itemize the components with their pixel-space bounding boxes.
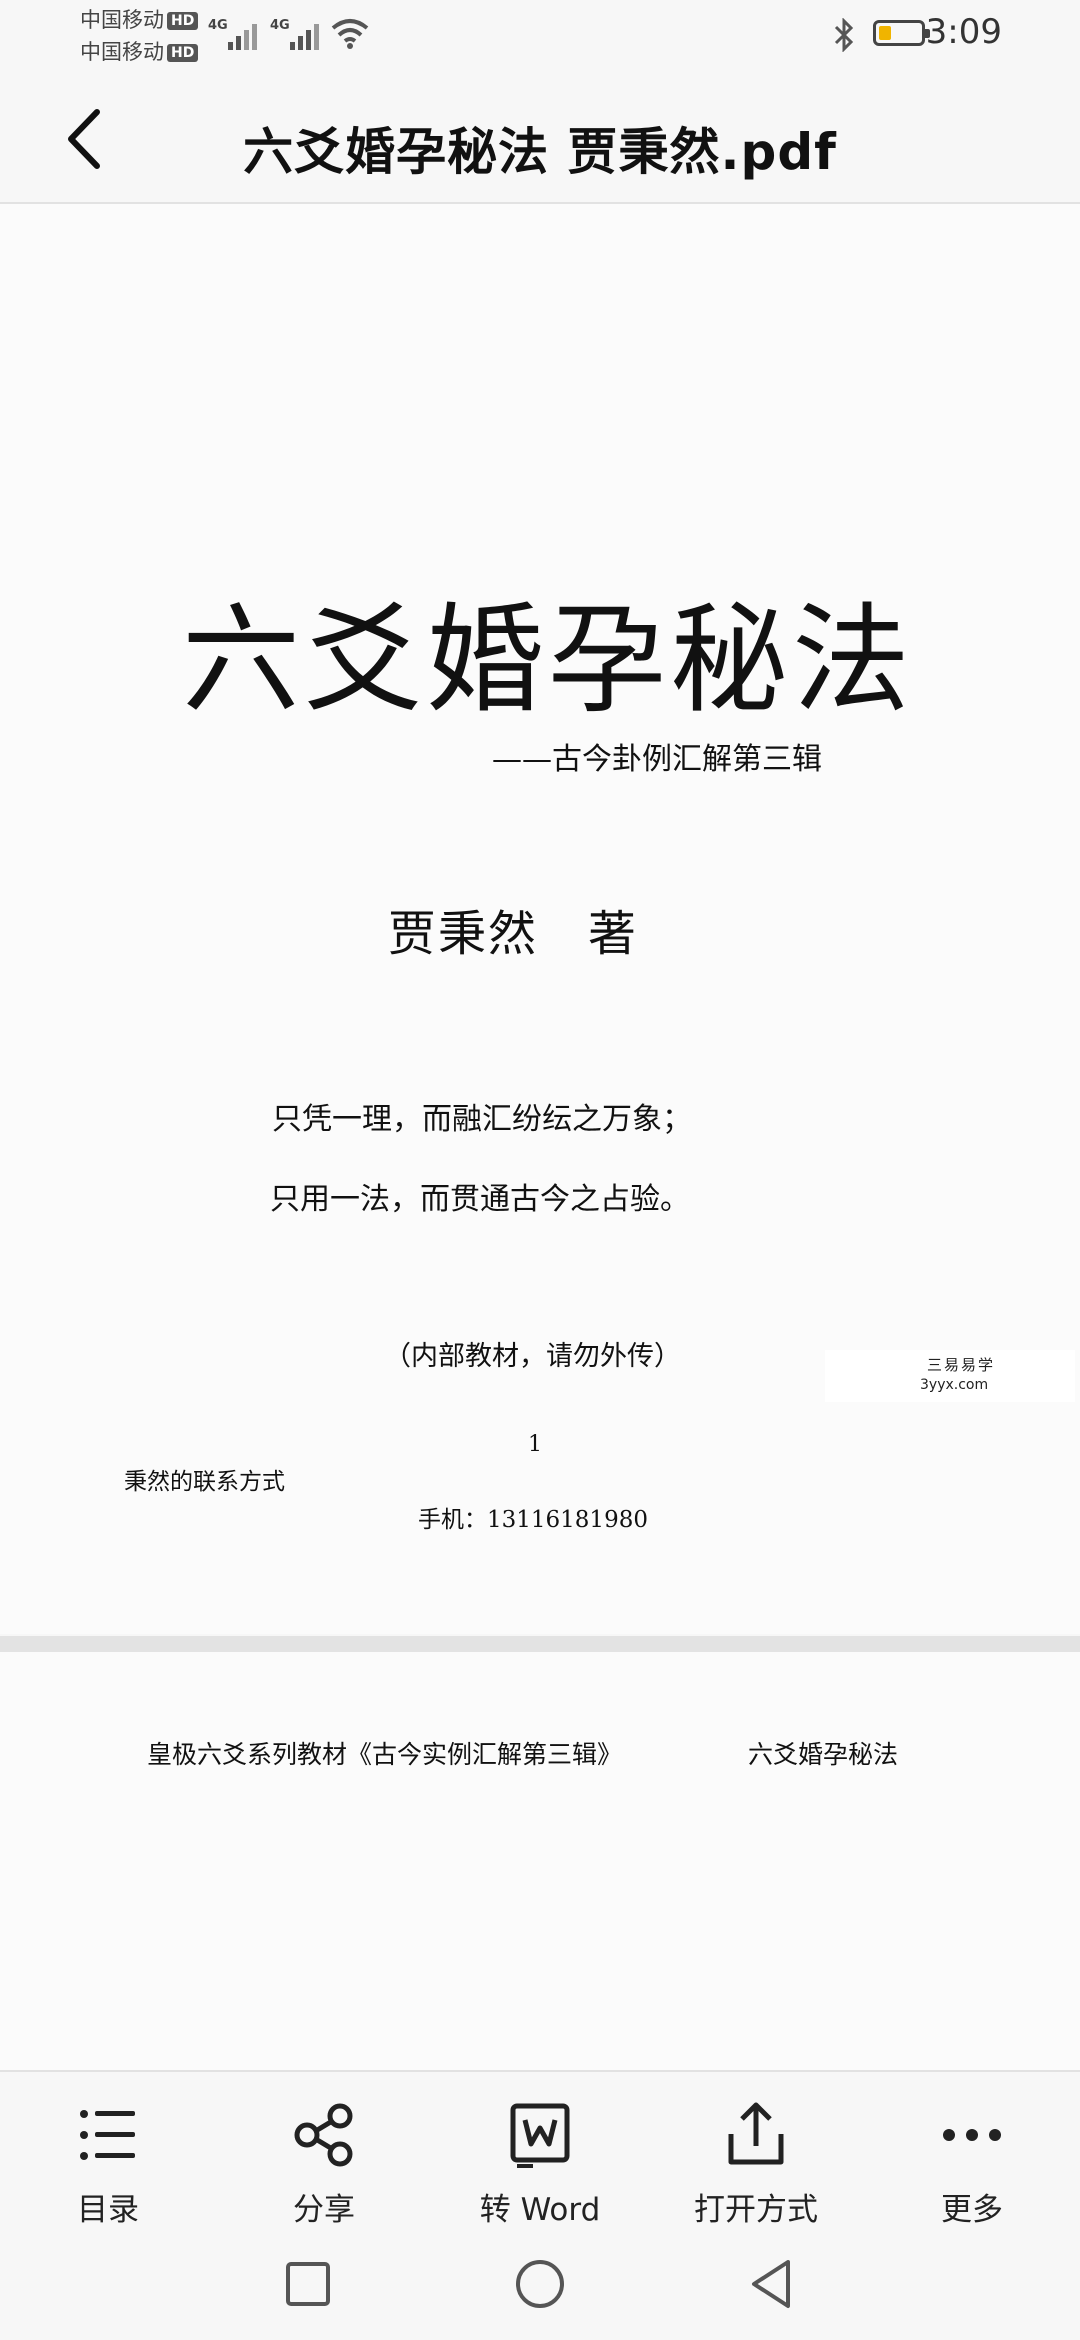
contact-label: 秉然的联系方式 [124, 1469, 285, 1495]
page-number: 1 [528, 1432, 542, 1457]
carrier-2-name: 中国移动 [80, 40, 164, 64]
watermark-line-2: 3yyx.com [920, 1377, 989, 1393]
phone-number: 手机：13116181980 [418, 1507, 648, 1533]
toc-button[interactable]: 目录 [28, 2082, 188, 2228]
carrier-1: 中国移动 HD [80, 4, 199, 34]
share-label: 分享 [293, 2192, 355, 2228]
internal-note: （内部教材，请勿外传） [384, 1341, 681, 1372]
pdf-page-1[interactable]: 六爻婚孕秘法 ——古今卦例汇解第三辑 贾秉然 著 只凭一理，而融汇纷纭之万象； … [0, 204, 1080, 1634]
title-bar: 六爻婚孕秘法 贾秉然.pdf [0, 70, 1080, 204]
page-header-left: 皇极六爻系列教材《古今实例汇解第三辑》 [147, 1740, 623, 1769]
share-button[interactable]: 分享 [244, 2082, 404, 2228]
convert-word-label: 转 Word [479, 2192, 601, 2228]
circle-icon [516, 2260, 564, 2308]
clock: 3:09 [925, 12, 1002, 52]
hd-badge-2: HD [167, 44, 199, 62]
page-header-right: 六爻婚孕秘法 [748, 1740, 899, 1769]
toc-label: 目录 [77, 2192, 139, 2228]
document-title: 六爻婚孕秘法 贾秉然.pdf [243, 123, 837, 181]
battery-fill [879, 26, 891, 40]
wifi-icon [330, 16, 370, 50]
convert-word-button[interactable]: 转 Word [460, 2082, 620, 2228]
book-title: 六爻婚孕秘法 [182, 591, 915, 729]
more-label: 更多 [941, 2192, 1003, 2228]
bottom-toolbar: 目录 分享 转 Word 打开方式 更多 [0, 2070, 1080, 2232]
signal-1-icon: 4G [208, 18, 260, 52]
bluetooth-icon [833, 17, 855, 56]
verse-line-1: 只凭一理，而融汇纷纭之万象； [272, 1102, 692, 1137]
hd-badge: HD [167, 12, 199, 30]
back-nav-button[interactable] [740, 2252, 804, 2316]
carrier-2: 中国移动 HD [80, 36, 199, 66]
book-subtitle: ——古今卦例汇解第三辑 [492, 742, 822, 777]
verse-line-2: 只用一法，而贯通古今之占验。 [270, 1182, 690, 1217]
network-1-label: 4G [208, 18, 228, 33]
square-icon [286, 2262, 330, 2306]
open-with-button[interactable]: 打开方式 [676, 2082, 836, 2228]
share-icon [294, 2103, 353, 2167]
signal-2-icon: 4G [270, 18, 322, 52]
list-icon [80, 2110, 135, 2160]
watermark: 三易易学 3yyx.com [825, 1350, 1075, 1402]
carrier-1-name: 中国移动 [80, 8, 164, 32]
more-button[interactable]: 更多 [892, 2082, 1052, 2228]
system-nav-bar [0, 2230, 1080, 2340]
recents-button[interactable] [276, 2252, 340, 2316]
word-convert-icon [510, 2103, 570, 2168]
open-with-icon [728, 2102, 784, 2165]
page-divider [0, 1636, 1080, 1652]
home-button[interactable] [508, 2252, 572, 2316]
status-bar: 中国移动 HD 中国移动 HD 4G 4G 3:09 [0, 0, 1080, 70]
open-with-label: 打开方式 [694, 2192, 818, 2228]
pdf-page-2[interactable]: 皇极六爻系列教材《古今实例汇解第三辑》 六爻婚孕秘法 [0, 1652, 1080, 2070]
watermark-line-1: 三易易学 [927, 1356, 996, 1374]
more-icon [943, 2129, 1001, 2141]
battery-icon [873, 20, 930, 46]
author-line: 贾秉然 著 [388, 906, 639, 962]
triangle-back-icon [752, 2260, 790, 2308]
network-2-label: 4G [270, 18, 290, 33]
